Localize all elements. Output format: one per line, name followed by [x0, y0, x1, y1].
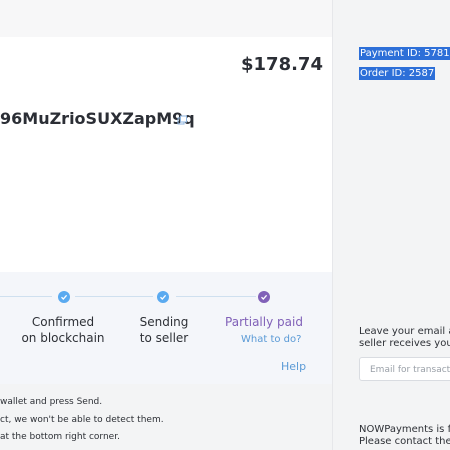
instruction-line: wallet and press Send.	[0, 397, 103, 407]
step-confirmed-check-icon	[58, 291, 70, 303]
wallet-address[interactable]: 96MuZrioSUXZapM9q	[0, 109, 195, 128]
progress-line	[0, 296, 52, 297]
copy-icon[interactable]	[177, 111, 188, 125]
step-partial-check-icon	[258, 291, 270, 303]
progress-line	[176, 296, 256, 297]
footer-text: NOWPayments is fo	[359, 424, 450, 435]
step-label-line: on blockchain	[21, 331, 105, 345]
step-partial-label: Partially paid	[225, 315, 303, 329]
instruction-line: ct, we won't be able to detect them.	[0, 415, 164, 425]
email-input[interactable]: Email for transaction	[359, 357, 450, 381]
email-prompt: Leave your email an	[359, 326, 450, 337]
top-bar	[0, 0, 332, 37]
instruction-line: at the bottom right corner.	[0, 432, 120, 442]
step-sending-check-icon	[157, 291, 169, 303]
step-confirmed-label: Confirmed on blockchain	[18, 314, 108, 346]
help-link[interactable]: Help	[281, 360, 306, 373]
email-prompt: seller receives your	[359, 338, 450, 349]
step-label-line: Sending	[139, 315, 189, 329]
progress-line	[75, 296, 153, 297]
step-sending-label: Sending to seller	[124, 314, 204, 346]
payment-id: Payment ID: 578196	[359, 47, 450, 60]
step-label-line: to seller	[139, 331, 189, 345]
step-label-line: Confirmed	[31, 315, 95, 329]
what-to-do-link[interactable]: What to do?	[241, 334, 301, 345]
order-id: Order ID: 2587	[359, 67, 436, 80]
payment-amount: $178.74	[241, 54, 323, 75]
footer-text: Please contact the s	[359, 436, 450, 447]
